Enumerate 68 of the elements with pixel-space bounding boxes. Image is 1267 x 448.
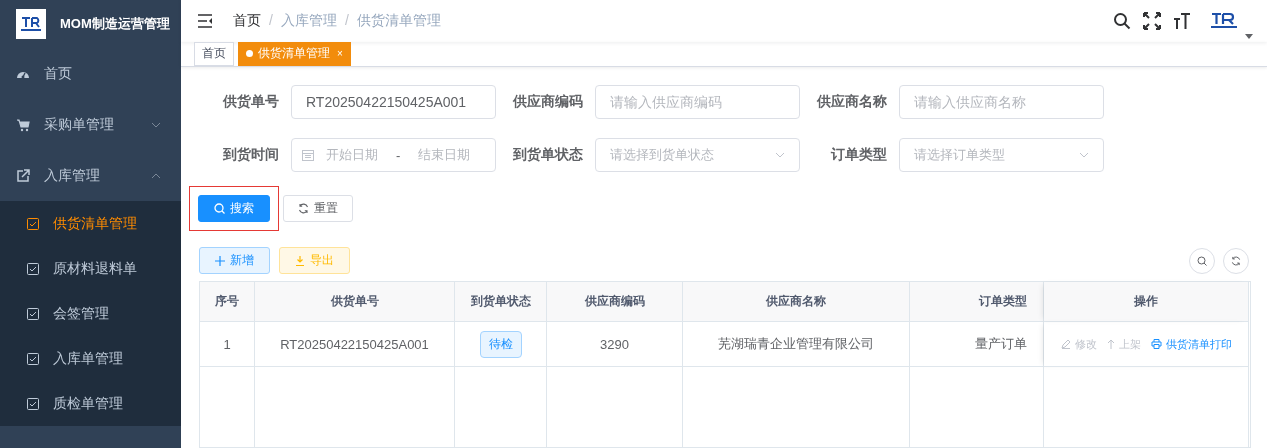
- text-field[interactable]: 请输入供应商名称: [899, 85, 1104, 119]
- submenu-item[interactable]: 质检单管理: [0, 381, 181, 426]
- print-link[interactable]: 供货清单打印: [1150, 336, 1232, 352]
- table-cell: RT20250422150425A001: [255, 322, 455, 367]
- breadcrumb-separator: /: [344, 11, 349, 30]
- filter-label: 供应商编码: [512, 93, 584, 111]
- search-icon: [1197, 255, 1207, 266]
- search-toggle-button[interactable]: [1189, 247, 1215, 274]
- table-cell: 1: [200, 322, 255, 367]
- menu-item[interactable]: 入库管理: [0, 150, 181, 201]
- chevron-down-icon: [775, 152, 785, 158]
- breadcrumb-link[interactable]: 首页: [233, 11, 261, 30]
- logo-icon: [16, 9, 46, 39]
- calendar-icon: [302, 149, 314, 161]
- column-header: 到货单状态: [455, 282, 547, 322]
- refresh-icon: [298, 203, 309, 214]
- checkbox-icon: [27, 397, 39, 410]
- text-field[interactable]: RT20250422150425A001: [291, 85, 496, 119]
- submenu-item[interactable]: 供货清单管理: [0, 201, 181, 246]
- filter-label: 供应商名称: [816, 93, 888, 111]
- checkbox-icon: [27, 352, 39, 365]
- menu-item[interactable]: 首页: [0, 48, 181, 99]
- submenu-item[interactable]: 会签管理: [0, 291, 181, 336]
- column-header: 序号: [200, 282, 255, 322]
- download-icon: [295, 255, 305, 266]
- column-header: 操作: [1044, 282, 1249, 322]
- filter-label: 订单类型: [829, 146, 888, 164]
- printer-icon: [1150, 339, 1162, 349]
- app-title: MOM制造运营管理: [60, 15, 170, 33]
- search-icon[interactable]: [1113, 11, 1131, 30]
- checkbox-icon: [27, 307, 39, 320]
- caret-down-icon[interactable]: [1245, 33, 1253, 39]
- search-icon: [214, 203, 225, 214]
- column-header: 供应商编码: [547, 282, 683, 322]
- text-field[interactable]: 请输入供应商编码: [595, 85, 800, 119]
- fullscreen-icon[interactable]: [1143, 11, 1161, 30]
- plus-icon: [215, 255, 225, 266]
- refresh-button[interactable]: [1223, 247, 1249, 274]
- column-header: 供应商名称: [683, 282, 910, 322]
- filter-label: 到货单状态: [512, 146, 584, 164]
- chevron-down-icon: [1079, 152, 1089, 158]
- date-range-field[interactable]: 开始日期 - 结束日期: [291, 138, 496, 172]
- font-size-icon[interactable]: [1173, 11, 1191, 30]
- menu-fold-icon[interactable]: [197, 13, 213, 28]
- external-link-icon: [16, 168, 30, 183]
- submenu-item[interactable]: 原材料退料单: [0, 246, 181, 291]
- search-button[interactable]: 搜索: [198, 195, 270, 222]
- page-tab[interactable]: 首页: [194, 41, 234, 66]
- active-dot-icon: [246, 50, 253, 58]
- breadcrumb-separator: /: [269, 11, 273, 30]
- cart-icon: [16, 117, 30, 132]
- avatar-logo-icon[interactable]: [1209, 10, 1239, 31]
- filter-label: 到货时间: [222, 146, 280, 164]
- menu-item[interactable]: 采购单管理: [0, 99, 181, 150]
- table-cell: 3290: [547, 322, 683, 367]
- arrow-up-icon: [1106, 339, 1115, 349]
- reset-button[interactable]: 重置: [283, 195, 353, 222]
- checkbox-icon: [27, 262, 39, 275]
- column-header: 订单类型: [910, 282, 1044, 322]
- table-cell: 芜湖瑞青企业管理有限公司: [683, 322, 910, 367]
- pencil-icon: [1060, 339, 1071, 349]
- checkbox-icon: [27, 217, 39, 230]
- submenu-item[interactable]: 入库单管理: [0, 336, 181, 381]
- table-cell: 量产订单: [910, 322, 1044, 367]
- column-header: 供货单号: [255, 282, 455, 322]
- filter-label: 供货单号: [222, 93, 280, 111]
- refresh-icon: [1231, 255, 1241, 266]
- status-tag: 待检: [479, 330, 522, 358]
